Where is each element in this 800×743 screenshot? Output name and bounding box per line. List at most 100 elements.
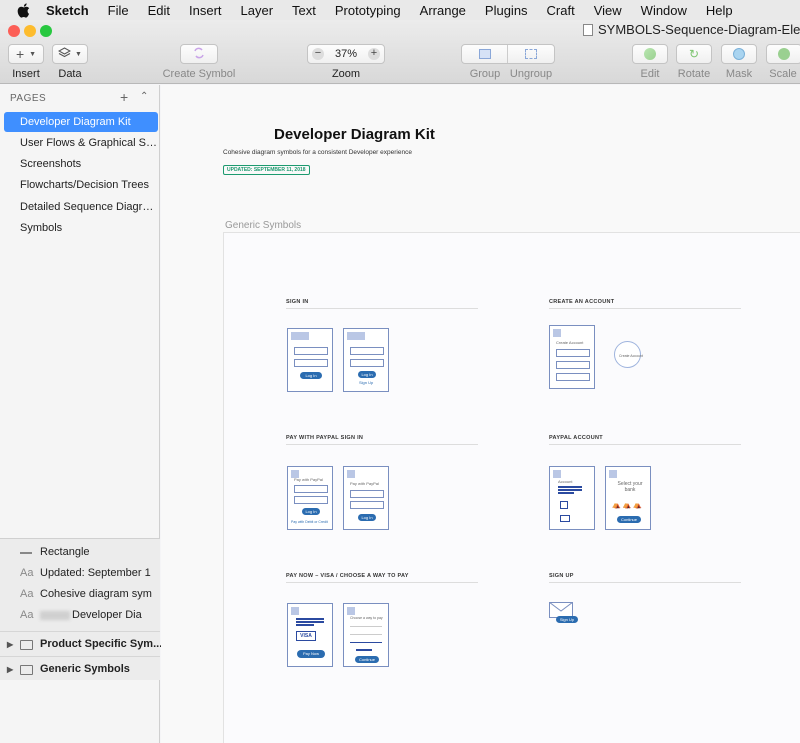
insert-button[interactable]: + ▼ <box>8 44 44 64</box>
mock-line <box>356 649 372 651</box>
zoom-in-button[interactable]: + <box>368 48 380 60</box>
mock-line <box>350 634 382 635</box>
blurred-thumbnail <box>291 607 299 615</box>
minimize-window-button[interactable] <box>24 25 36 37</box>
menu-layer[interactable]: Layer <box>241 3 274 18</box>
mock-text: Choose a way to pay <box>350 616 383 620</box>
canvas-subtitle: Cohesive diagram symbols for a consisten… <box>223 149 412 156</box>
page-item-sequence-diagrams[interactable]: Detailed Sequence Diagrams <box>4 197 158 217</box>
blurred-thumbnail <box>609 470 617 478</box>
symbol-create-account-circle[interactable]: Create Account <box>614 341 643 368</box>
disclosure-triangle-icon[interactable]: ▶ <box>7 632 13 657</box>
section-paypal-account: PAYPAL ACCOUNT <box>549 435 603 441</box>
rotate-icon: ↻ <box>688 47 700 61</box>
page-item-developer-diagram-kit[interactable]: Developer Diagram Kit <box>4 112 158 132</box>
page-item-user-flows[interactable]: User Flows & Graphical Se... <box>4 133 158 153</box>
layer-group-label: Generic Symbols <box>40 663 130 675</box>
mock-line <box>350 642 382 643</box>
artboard-icon <box>20 640 33 650</box>
edit-button[interactable] <box>632 44 668 64</box>
apple-icon[interactable] <box>16 2 30 18</box>
ungroup-button[interactable] <box>508 45 554 63</box>
artboard-label[interactable]: Generic Symbols <box>225 220 301 231</box>
symbol-paypal-account-2[interactable]: Select your bank ⛺⛺⛺ Continue <box>605 466 651 530</box>
blurred-text <box>40 611 70 620</box>
symbol-paypal-sign-in-1[interactable]: Pay with PayPal Log In Pay with Debit or C… <box>287 466 333 530</box>
create-symbol-button[interactable] <box>180 44 218 64</box>
page-item-screenshots[interactable]: Screenshots <box>4 154 158 174</box>
menu-arrange[interactable]: Arrange <box>420 3 466 18</box>
symbol-create-account[interactable]: Create Account <box>549 325 595 389</box>
layer-updated-text[interactable]: Aa Updated: September 1 <box>0 563 160 584</box>
close-window-button[interactable] <box>8 25 20 37</box>
create-symbol-icon <box>192 46 206 63</box>
canvas[interactable]: Developer Diagram Kit Cohesive diagram s… <box>161 85 800 743</box>
zoom-window-button[interactable] <box>40 25 52 37</box>
blurred-thumbnail <box>553 329 561 337</box>
layer-cohesive-text[interactable]: Aa Cohesive diagram sym <box>0 584 160 605</box>
symbol-paypal-sign-in-2[interactable]: Pay with PayPal Log In <box>343 466 389 530</box>
menu-file[interactable]: File <box>108 3 129 18</box>
layer-developer-text[interactable]: Aa Developer Dia <box>0 605 160 626</box>
menu-plugins[interactable]: Plugins <box>485 3 528 18</box>
data-label: Data <box>58 68 82 80</box>
section-sign-up: SIGN UP <box>549 573 574 579</box>
rectangle-icon <box>20 552 32 554</box>
disclosure-triangle-icon[interactable]: ▶ <box>7 657 13 682</box>
layer-label: Developer Dia <box>72 609 142 621</box>
group-button[interactable] <box>462 45 509 63</box>
menu-view[interactable]: View <box>594 3 622 18</box>
mask-button[interactable] <box>721 44 757 64</box>
symbol-choose-way-to-pay[interactable]: Choose a way to pay Continue <box>343 603 389 667</box>
menu-window[interactable]: Window <box>641 3 687 18</box>
page-item-symbols[interactable]: Symbols <box>4 218 158 238</box>
mock-bank-icon <box>560 501 568 509</box>
scale-button[interactable] <box>766 44 800 64</box>
layer-rectangle[interactable]: Rectangle <box>0 542 160 563</box>
symbol-paypal-account-1[interactable]: Account <box>549 466 595 530</box>
pages-header: PAGES <box>10 93 47 104</box>
plus-icon: + <box>15 46 25 62</box>
chevron-up-icon[interactable]: ⌃ <box>140 91 148 102</box>
artboard-generic-symbols[interactable]: SIGN IN CREATE AN ACCOUNT Log In Log In S… <box>223 232 800 743</box>
layer-list: Rectangle Aa Updated: September 1 Aa Cohes… <box>0 538 162 681</box>
mock-continue-button: Continue <box>355 656 379 663</box>
page-item-flowcharts[interactable]: Flowcharts/Decision Trees <box>4 175 158 195</box>
layer-group-product-specific[interactable]: ▶ Product Specific Sym... <box>0 631 162 657</box>
menu-text[interactable]: Text <box>292 3 316 18</box>
section-divider <box>549 444 741 445</box>
blurred-thumbnail <box>553 470 561 478</box>
chevron-down-icon: ▼ <box>29 50 37 58</box>
section-pay-now: PAY NOW – VISA / CHOOSE A WAY TO PAY <box>286 573 409 579</box>
blurred-thumbnail <box>291 332 309 340</box>
section-create-account: CREATE AN ACCOUNT <box>549 299 615 305</box>
group-ungroup-control <box>461 44 555 64</box>
mock-field <box>350 359 384 367</box>
mock-line <box>558 486 582 488</box>
symbol-sign-in-2[interactable]: Log In Sign Up <box>343 328 389 392</box>
scale-icon <box>778 48 790 60</box>
mock-field <box>294 485 328 493</box>
section-divider <box>286 308 478 309</box>
menu-craft[interactable]: Craft <box>547 3 575 18</box>
symbol-pay-now-visa[interactable]: VISA Pay Now <box>287 603 333 667</box>
menu-edit[interactable]: Edit <box>148 3 170 18</box>
mock-line <box>350 626 382 627</box>
text-layer-icon: Aa <box>20 609 34 621</box>
data-button[interactable]: ▼ <box>52 44 88 64</box>
mock-signup-link: Sign Up <box>359 380 374 385</box>
zoom-out-button[interactable]: − <box>312 48 324 60</box>
menu-prototyping[interactable]: Prototyping <box>335 3 401 18</box>
menu-insert[interactable]: Insert <box>189 3 222 18</box>
mock-signup-button[interactable]: Sign Up <box>556 616 578 623</box>
mock-field <box>350 347 384 355</box>
rotate-button[interactable]: ↻ <box>676 44 712 64</box>
mock-text: Pay with Debit or Credit <box>291 520 328 524</box>
layer-group-generic-symbols[interactable]: ▶ Generic Symbols <box>0 656 160 681</box>
menu-app-sketch[interactable]: Sketch <box>46 3 89 18</box>
mock-field <box>350 501 384 509</box>
add-page-icon[interactable]: + <box>120 89 128 105</box>
zoom-control[interactable]: − 37% + <box>307 44 385 64</box>
symbol-sign-in-1[interactable]: Log In <box>287 328 333 392</box>
menu-help[interactable]: Help <box>706 3 733 18</box>
